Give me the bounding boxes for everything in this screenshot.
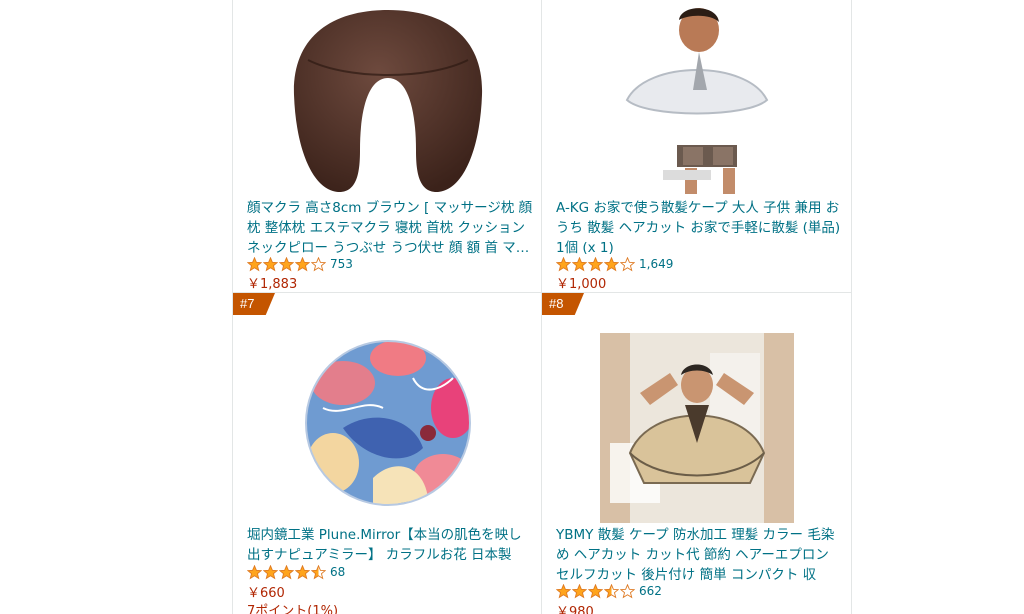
face-pillow-image xyxy=(293,10,482,193)
product-card[interactable]: #8 YBMY 散髪 ケープ 防水加工 理髪 カラー 毛染め ヘアカット カット… xyxy=(542,293,851,614)
star-rating xyxy=(556,583,635,599)
rank-badge: #7 xyxy=(233,293,275,315)
product-title[interactable]: YBMY 散髪 ケープ 防水加工 理髪 カラー 毛染め ヘアカット カット代 節… xyxy=(556,525,842,585)
star-rating xyxy=(247,564,326,580)
star-icon xyxy=(620,583,635,598)
star-rating xyxy=(247,256,326,272)
star-icon xyxy=(556,256,571,271)
review-count[interactable]: 662 xyxy=(639,584,662,598)
haircut-cape-adult-image xyxy=(599,333,794,523)
product-image[interactable] xyxy=(233,333,542,513)
product-rating[interactable]: 662 xyxy=(556,583,662,599)
product-card[interactable]: #7 堀内鏡工業 Plune.Mirror【本当の肌色を映し出すナピュアミラー】 xyxy=(233,293,542,614)
star-icon xyxy=(295,564,310,579)
star-icon xyxy=(279,564,294,579)
star-icon xyxy=(604,256,619,271)
star-icon xyxy=(588,583,603,598)
star-icon xyxy=(311,256,326,271)
product-price: ￥1,000 xyxy=(556,277,607,292)
product-title[interactable]: 堀内鏡工業 Plune.Mirror【本当の肌色を映し出すナピュアミラー】 カラ… xyxy=(247,525,533,565)
product-price: ￥1,883 xyxy=(247,277,298,292)
product-rating[interactable]: 753 xyxy=(247,256,353,272)
star-icon xyxy=(604,583,619,598)
rank-badge: #8 xyxy=(542,293,584,315)
star-icon xyxy=(263,256,278,271)
product-rating[interactable]: 1,649 xyxy=(556,256,673,272)
star-icon xyxy=(588,256,603,271)
star-icon xyxy=(620,256,635,271)
product-card[interactable]: 顔マクラ 高さ8cm ブラウン [ マッサージ枕 顔枕 整体枕 エステマクラ 寝… xyxy=(233,0,542,292)
review-count[interactable]: 1,649 xyxy=(639,257,673,271)
star-icon xyxy=(263,564,278,579)
product-image[interactable] xyxy=(542,333,851,523)
star-icon xyxy=(295,256,310,271)
floral-mirror-image xyxy=(304,340,471,506)
star-icon xyxy=(572,583,587,598)
star-icon xyxy=(247,256,262,271)
star-rating xyxy=(556,256,635,272)
product-price: ￥660 xyxy=(247,586,285,601)
star-icon xyxy=(556,583,571,598)
product-price: ￥980 xyxy=(556,605,594,614)
star-icon xyxy=(279,256,294,271)
product-title[interactable]: A-KG お家で使う散髪ケープ 大人 子供 兼用 おうち 散髪 ヘアカット お家… xyxy=(556,198,842,258)
star-icon xyxy=(247,564,262,579)
product-card[interactable]: A-KG お家で使う散髪ケープ 大人 子供 兼用 おうち 散髪 ヘアカット お家… xyxy=(542,0,851,292)
review-count[interactable]: 68 xyxy=(330,565,345,579)
product-rating[interactable]: 68 xyxy=(247,564,345,580)
product-image[interactable] xyxy=(542,0,851,196)
grid-divider xyxy=(851,0,852,614)
review-count[interactable]: 753 xyxy=(330,257,353,271)
product-image[interactable] xyxy=(233,0,542,196)
haircut-cape-child-image xyxy=(625,8,768,194)
star-icon xyxy=(572,256,587,271)
star-icon xyxy=(311,564,326,579)
product-title[interactable]: 顔マクラ 高さ8cm ブラウン [ マッサージ枕 顔枕 整体枕 エステマクラ 寝… xyxy=(247,198,533,258)
product-points: 7ポイント(1%) xyxy=(247,604,339,614)
